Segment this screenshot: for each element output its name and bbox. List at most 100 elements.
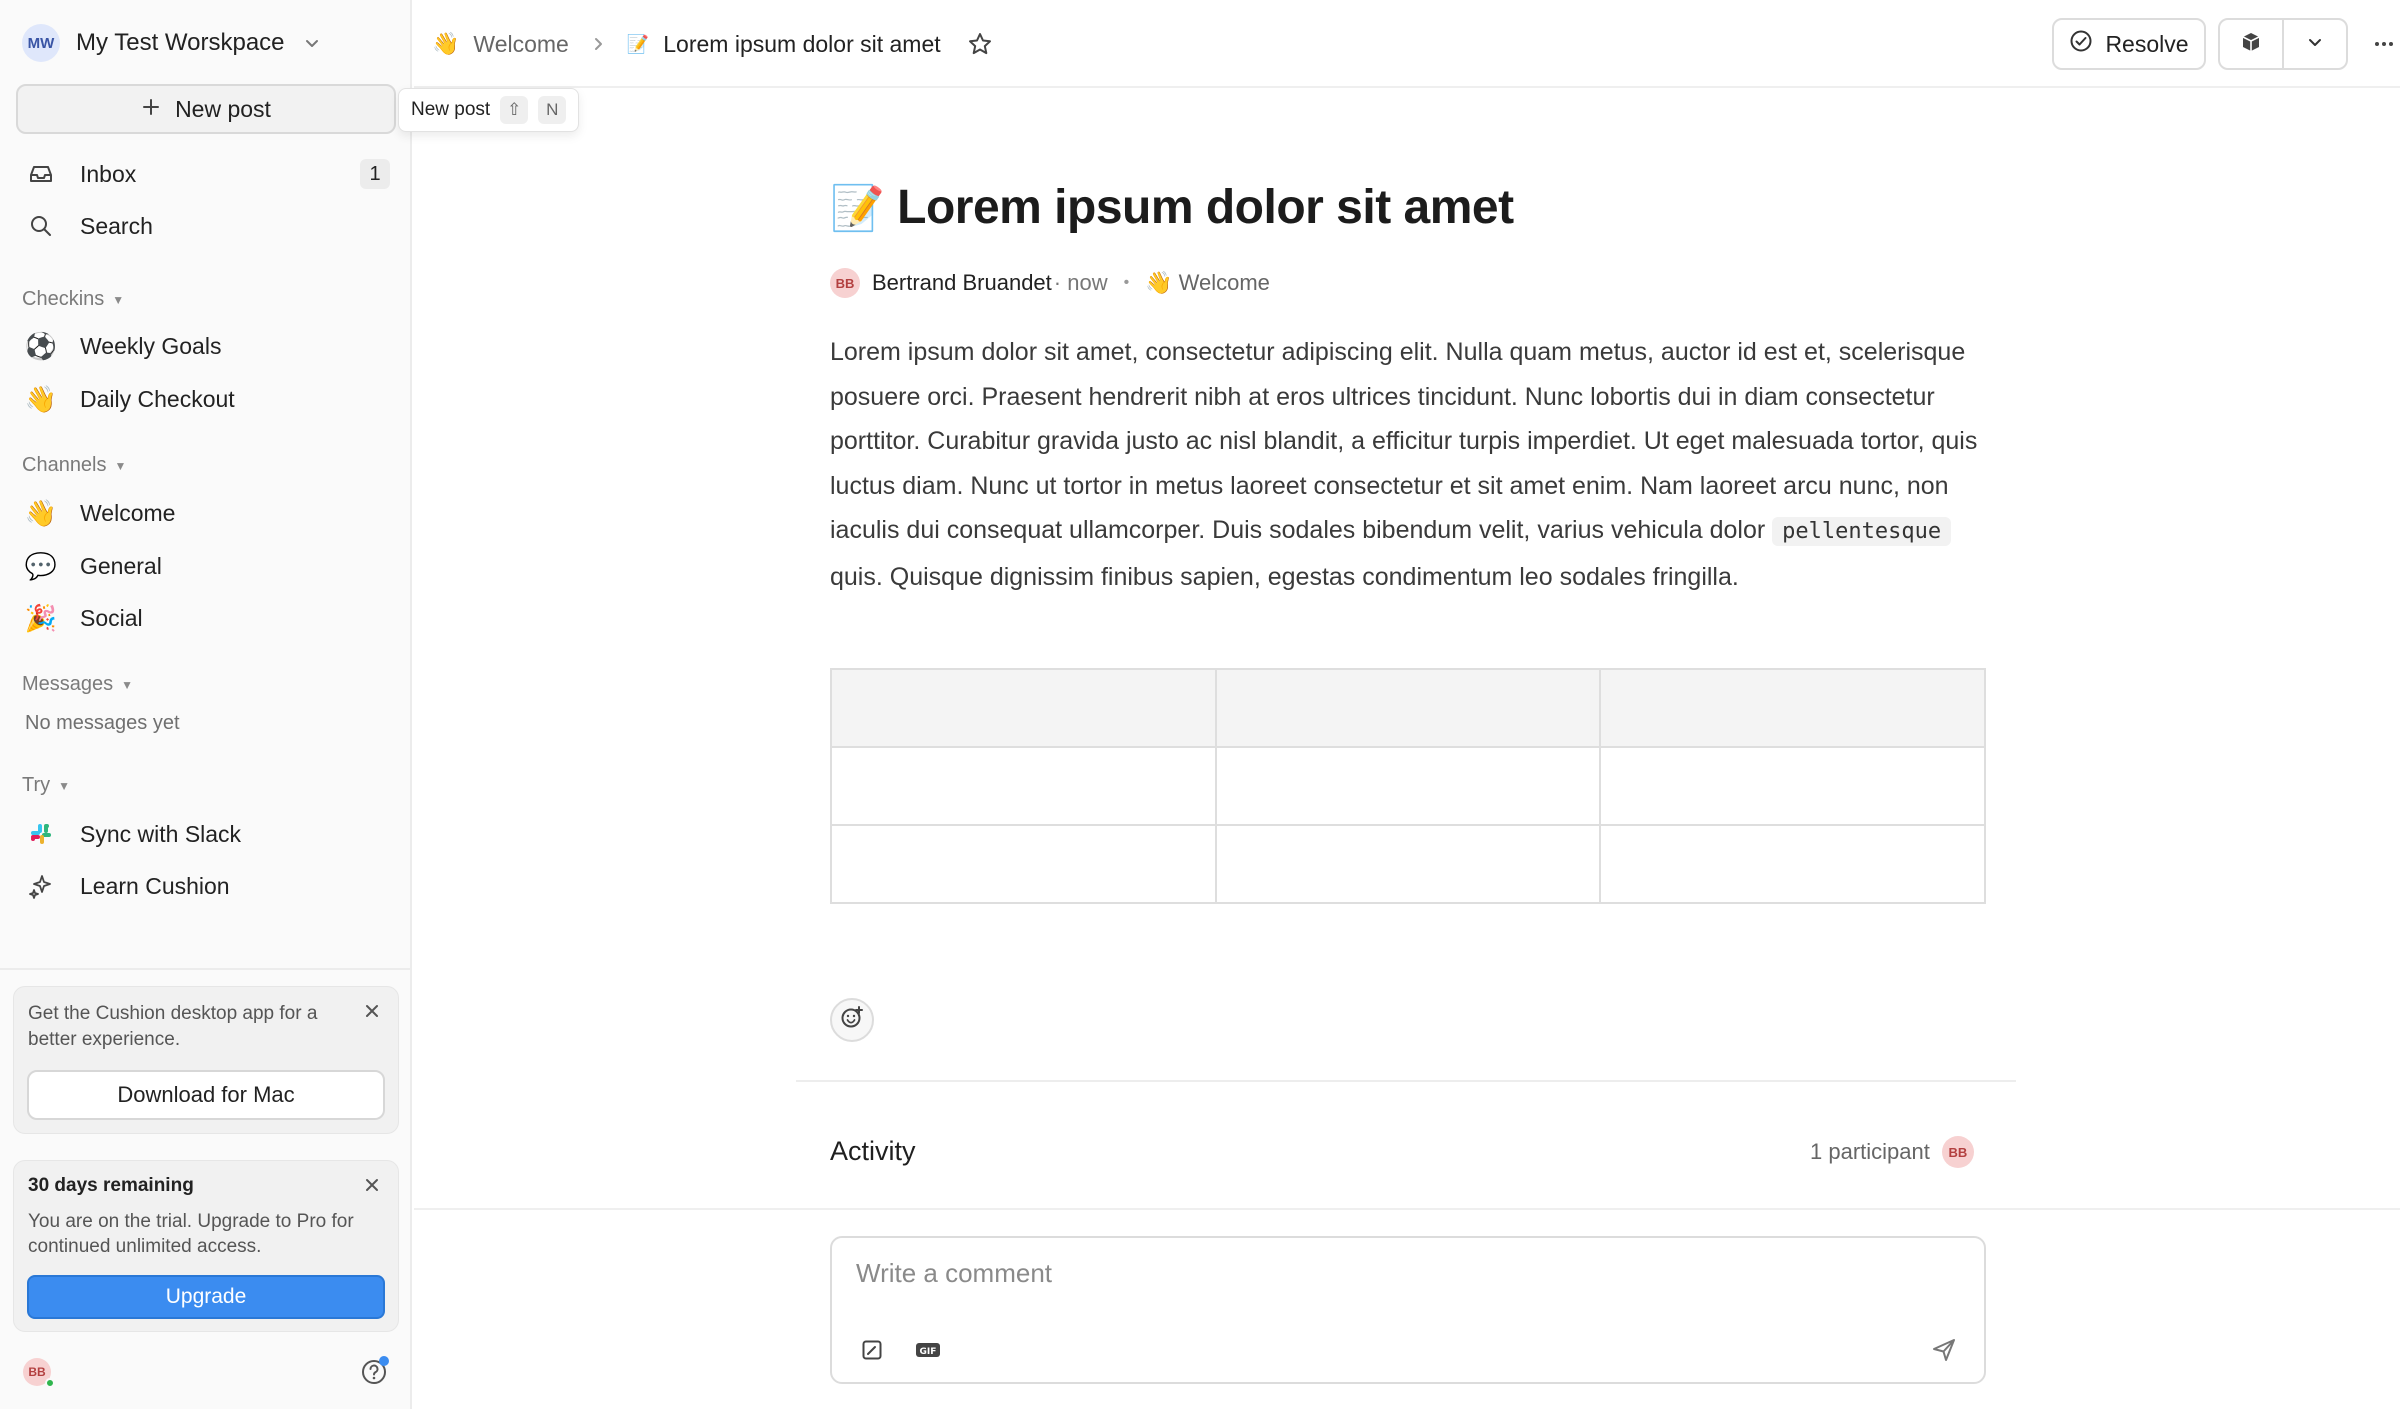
table-cell[interactable] [830,668,1217,748]
table-cell[interactable] [1214,824,1602,904]
post-body-text: quis. Quisque dignissim finibus sapien, … [830,562,1739,591]
emoji-add-icon [839,1005,865,1036]
breadcrumb-channel[interactable]: Welcome [473,31,568,58]
edit-format-icon[interactable] [856,1334,888,1366]
add-reaction-button[interactable] [830,998,874,1042]
close-icon[interactable] [360,1173,384,1197]
author-name[interactable]: Bertrand Bruandet [872,270,1052,296]
table-cell[interactable] [1599,746,1986,826]
author-avatar: BB [830,268,860,298]
post-channel[interactable]: Welcome [1179,270,1270,296]
check-circle-icon [2069,29,2093,59]
search-icon [24,209,58,243]
resolve-button[interactable]: Resolve [2052,18,2206,70]
top-bar: 👋 Welcome 📝 Lorem ipsum dolor sit amet R… [414,0,2400,88]
archive-button[interactable] [2220,20,2282,68]
download-for-mac-button[interactable]: Download for Mac [27,1070,385,1120]
tooltip-label: New post [411,99,491,120]
comment-composer[interactable]: Write a comment GIF [830,1236,1986,1384]
party-popper-icon: 🎉 [24,602,58,633]
sidebar-item-general[interactable]: 💬 General [24,546,390,586]
post-body-text: Lorem ipsum dolor sit amet, consectetur … [830,338,1978,544]
post-body: Lorem ipsum dolor sit amet, consectetur … [830,330,1990,599]
sidebar-item-label: Daily Checkout [80,385,235,412]
sidebar-item-welcome[interactable]: 👋 Welcome [24,493,390,533]
table-cell[interactable] [1214,668,1602,748]
comment-input[interactable]: Write a comment [856,1258,1052,1289]
sidebar-item-search[interactable]: Search [24,206,390,246]
waving-hand-icon: 👋 [432,31,460,56]
notification-dot [379,1356,389,1366]
breadcrumb-post: Lorem ipsum dolor sit amet [663,30,941,57]
section-checkins-toggle[interactable]: Checkins ▼ [22,288,124,311]
speech-bubble-icon: 💬 [24,550,58,581]
send-icon[interactable] [1928,1334,1960,1366]
star-icon[interactable] [967,31,993,57]
inbox-icon [24,157,58,191]
chevron-down-icon [2306,33,2324,56]
archive-options-button[interactable] [2284,20,2346,68]
trial-card: 30 days remaining You are on the trial. … [13,1160,399,1332]
sidebar-item-social[interactable]: 🎉 Social [24,598,390,638]
section-messages-label: Messages [22,673,114,695]
inbox-count-badge: 1 [360,159,390,189]
trial-title: 30 days remaining [28,1175,194,1196]
shift-key-hint: ⇧ [500,96,529,124]
table-cell[interactable] [830,746,1217,826]
gif-icon[interactable]: GIF [912,1334,944,1366]
workspace-switcher[interactable]: MW My Test Worskpace [22,24,323,62]
separator-dot: • [1123,274,1130,291]
participants-count: 1 participant [1810,1139,1930,1164]
memo-icon: 📝 [830,184,885,233]
promo-text: Get the Cushion desktop app for a better… [28,1003,318,1050]
table-cell[interactable] [1599,824,1986,904]
table-cell[interactable] [830,824,1217,904]
inbox-label: Inbox [80,160,137,187]
upgrade-button[interactable]: Upgrade [27,1275,385,1319]
participant-avatar: BB [1941,1136,1974,1168]
section-channels-toggle[interactable]: Channels ▼ [22,454,126,477]
table-cell[interactable] [1599,668,1986,748]
section-checkins-label: Checkins [22,288,105,310]
waving-hand-icon: 👋 [1145,270,1173,295]
plus-icon [141,96,161,123]
table-cell[interactable] [1214,746,1602,826]
search-label: Search [80,212,153,239]
section-messages-toggle[interactable]: Messages ▼ [22,673,133,696]
sidebar-item-label: General [80,552,162,579]
post-title-text: Lorem ipsum dolor sit amet [897,181,1514,234]
chevron-down-icon [301,32,323,54]
more-options-icon[interactable] [2366,26,2400,62]
sidebar-item-learn-cushion[interactable]: Learn Cushion [24,866,390,906]
workspace-name: My Test Worskpace [76,29,285,56]
sidebar-item-inbox[interactable]: Inbox 1 [24,154,390,194]
soccer-ball-icon: ⚽ [24,330,58,361]
trial-text: You are on the trial. Upgrade to Pro for… [28,1211,354,1257]
table-row [830,824,1986,904]
workspace-avatar: MW [22,24,60,62]
sidebar-item-label: Social [80,604,143,631]
waving-hand-icon: 👋 [24,497,58,528]
resolve-label: Resolve [2105,30,2189,57]
section-try-label: Try [22,774,51,796]
sidebar-item-weekly-goals[interactable]: ⚽ Weekly Goals [24,326,390,366]
caret-down-icon: ▼ [114,458,127,473]
sidebar-item-sync-slack[interactable]: Sync with Slack [24,814,390,854]
close-icon[interactable] [360,999,384,1023]
svg-text:GIF: GIF [920,1347,937,1357]
divider [414,1208,2400,1210]
participants[interactable]: 1 participant BB [1810,1136,1974,1168]
table-row [830,746,1986,826]
sidebar-item-label: Sync with Slack [80,820,242,847]
new-post-button[interactable]: New post [16,84,396,134]
sidebar-item-daily-checkout[interactable]: 👋 Daily Checkout [24,379,390,419]
caret-down-icon: ▼ [58,778,71,793]
memo-icon: 📝 [626,33,650,54]
table-header-row [830,668,1986,748]
section-try-toggle[interactable]: Try ▼ [22,774,70,797]
post-title: 📝 Lorem ipsum dolor sit amet [830,180,1514,235]
post-time: · now [1053,270,1108,295]
waving-hand-icon: 👋 [24,383,58,414]
sparkle-icon [24,869,58,903]
online-status-indicator [45,1378,55,1388]
